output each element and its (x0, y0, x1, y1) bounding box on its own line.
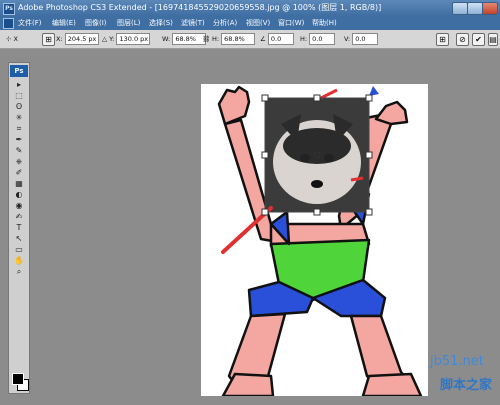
lasso-tool-icon[interactable]: ʘ (9, 101, 29, 112)
menu-help[interactable]: 帮助(H) (312, 16, 337, 30)
watermark-site: jb51.net (430, 354, 484, 369)
h-field[interactable]: 68.8% (221, 33, 256, 45)
menu-window[interactable]: 窗口(W) (278, 16, 304, 30)
crop-tool-icon[interactable]: ⌗ (9, 123, 29, 134)
ps-menu-icon[interactable] (3, 18, 14, 29)
marquee-tool-icon[interactable]: ⬚ (9, 90, 29, 101)
rotate-setting: ∠ 0.0 (260, 30, 294, 48)
width-scale: W: 68.8% (162, 30, 207, 48)
gradient-tool-icon[interactable]: ▦ (9, 178, 29, 189)
foreground-color-swatch[interactable] (12, 373, 24, 385)
menu-layer[interactable]: 图层(L) (117, 16, 140, 30)
transform-handle (261, 94, 269, 102)
maximize-button[interactable] (467, 2, 483, 15)
y-coordinate: △ Y: 130.0 px (102, 30, 151, 48)
dodge-tool-icon[interactable]: ◐ (9, 189, 29, 200)
transform-handle (365, 208, 373, 216)
transform-handle (365, 151, 373, 159)
cartoon-artwork (217, 85, 423, 396)
minimize-button[interactable] (452, 2, 468, 15)
menu-view[interactable]: 视图(V) (246, 16, 270, 30)
menu-filter[interactable]: 滤镜(T) (181, 16, 205, 30)
ps-logo: Ps (10, 65, 28, 77)
x-coordinate: X: 204.5 px (56, 30, 99, 48)
menu-bar: 文件(F) 编辑(E) 图像(I) 图层(L) 选择(S) 滤镜(T) 分析(A… (0, 16, 500, 30)
menu-select[interactable]: 选择(S) (149, 16, 173, 30)
window-title: Adobe Photoshop CS3 Extended - [16974184… (18, 3, 382, 12)
commit-transform-icon[interactable]: ✔ (472, 33, 485, 46)
slice-tool-icon[interactable]: ✒ (9, 134, 29, 145)
skew-h-setting: H: 0.0 (300, 30, 336, 48)
palette-well-icon[interactable]: ▤ (488, 33, 498, 46)
transform-handle (261, 151, 269, 159)
y-field[interactable]: 130.0 px (116, 33, 151, 45)
tool-preset-picker[interactable]: ⊹ X (6, 30, 18, 48)
transform-handle (365, 94, 373, 102)
document-canvas[interactable] (201, 84, 428, 396)
rotate-icon: ∠ (260, 35, 266, 43)
path-selection-icon[interactable]: ↖ (9, 233, 29, 244)
blur-tool-icon[interactable]: ◉ (9, 200, 29, 211)
shape-tool-icon[interactable]: ▭ (9, 244, 29, 255)
close-button[interactable] (482, 2, 498, 15)
toolbox: Ps ▸ ⬚ ʘ ✳ ⌗ ✒ ✎ ⎈ ✐ ▦ ◐ ◉ ✍ T ↖ ▭ ✋ ⌕ (8, 62, 30, 394)
menu-image[interactable]: 图像(I) (85, 16, 107, 30)
options-bar: ⊹ X ⊞ X: 204.5 px △ Y: 130.0 px W: 68.8%… (0, 30, 500, 49)
history-brush-icon[interactable]: ✐ (9, 167, 29, 178)
cancel-transform-icon[interactable]: ⊘ (456, 33, 469, 46)
pen-tool-icon[interactable]: ✍ (9, 211, 29, 222)
menu-edit[interactable]: 编辑(E) (52, 16, 76, 30)
hand-tool-icon[interactable]: ✋ (9, 255, 29, 266)
skew-v-field[interactable]: 0.0 (352, 33, 379, 45)
app-icon: Ps (3, 3, 15, 15)
type-tool-icon[interactable]: T (9, 222, 29, 233)
rotate-field[interactable]: 0.0 (267, 33, 294, 45)
transform-handle (313, 94, 321, 102)
transform-handle (313, 208, 321, 216)
magic-wand-tool-icon[interactable]: ✳ (9, 112, 29, 123)
reference-point-icon[interactable]: ⊞ (42, 33, 55, 46)
site-watermark: jb51.net 脚本之家 (420, 352, 500, 405)
zoom-tool-icon[interactable]: ⌕ (9, 266, 29, 277)
skew-h-field[interactable]: 0.0 (309, 33, 336, 45)
watermark-text: 脚本之家 (440, 378, 493, 393)
delta-icon: △ (102, 35, 107, 43)
menu-file[interactable]: 文件(F) (18, 16, 42, 30)
brush-tool-icon[interactable]: ✎ (9, 145, 29, 156)
stamp-tool-icon[interactable]: ⎈ (9, 156, 29, 167)
warp-mode-icon[interactable]: ⊞ (436, 33, 449, 46)
link-icon[interactable]: ⛓ (202, 30, 210, 48)
menu-analysis[interactable]: 分析(A) (213, 16, 237, 30)
transform-handle (261, 208, 269, 216)
transform-icon: ⊹ (6, 35, 12, 43)
skew-v-setting: V: 0.0 (344, 30, 379, 48)
move-tool-icon[interactable]: ▸ (9, 79, 29, 90)
title-bar: Ps Adobe Photoshop CS3 Extended - [16974… (0, 0, 500, 16)
x-field[interactable]: 204.5 px (64, 33, 99, 45)
height-scale: H: 68.8% (212, 30, 256, 48)
